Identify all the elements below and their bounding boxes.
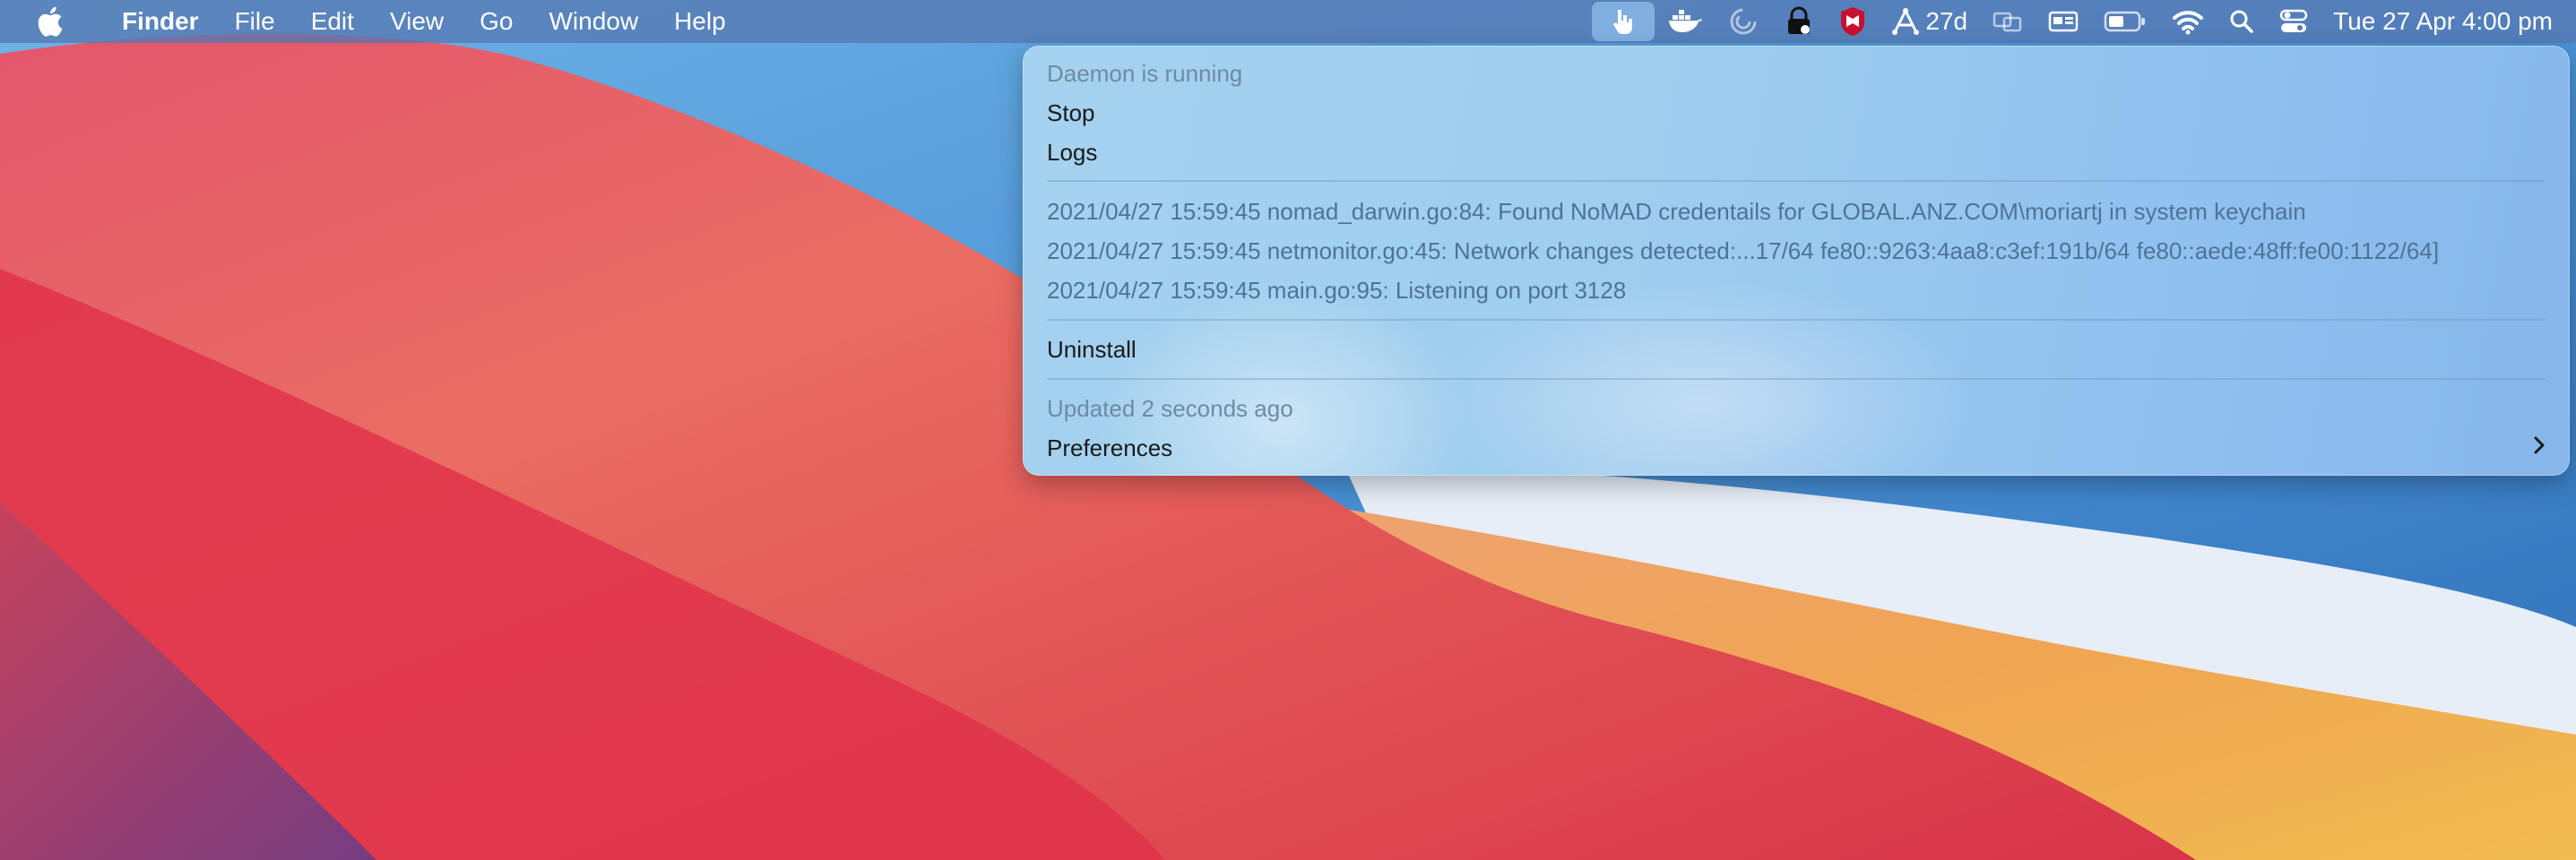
stop-menu-item[interactable]: Stop (1047, 93, 1095, 133)
menu-view[interactable]: View (372, 0, 462, 43)
updated-status: Updated 2 seconds ago (1047, 395, 1293, 422)
daemon-status: Daemon is running (1047, 60, 1243, 87)
menu-separator (1047, 319, 2546, 321)
menu-bar-clock[interactable]: Tue 27 Apr 4:00 pm (2321, 7, 2576, 36)
network-icon[interactable]: 27d (1879, 0, 1980, 43)
app-menu-finder[interactable]: Finder (104, 0, 217, 43)
hand-pointer-icon (1613, 10, 1633, 34)
menu-separator (1047, 378, 2546, 380)
wifi-icon[interactable] (2159, 0, 2217, 43)
log-line[interactable]: 2021/04/27 15:59:45 main.go:95: Listenin… (1047, 271, 1626, 310)
screen-mirror-icon[interactable] (1980, 0, 2036, 43)
menu-window[interactable]: Window (531, 0, 656, 43)
app-tray-icon[interactable] (1592, 2, 1655, 41)
control-center-icon[interactable] (2267, 0, 2321, 43)
search-icon[interactable] (2217, 0, 2267, 43)
menu-separator (1047, 180, 2546, 182)
menu-edit[interactable]: Edit (293, 0, 372, 43)
log-line[interactable]: 2021/04/27 15:59:45 nomad_darwin.go:84: … (1047, 192, 2306, 231)
apple-menu-icon[interactable] (36, 4, 68, 39)
vpn-lock-icon[interactable] (1771, 0, 1827, 43)
battery-icon[interactable] (2091, 0, 2159, 43)
uninstall-menu-item[interactable]: Uninstall (1047, 330, 1137, 369)
log-line[interactable]: 2021/04/27 15:59:45 netmonitor.go:45: Ne… (1047, 231, 2439, 271)
menu-help[interactable]: Help (656, 0, 744, 43)
tray-dropdown-menu: Daemon is running Stop Logs 2021/04/27 1… (1023, 46, 2570, 476)
preferences-menu-item[interactable]: Preferences (1047, 428, 1172, 468)
docker-icon[interactable] (1655, 0, 1716, 43)
desktop: Finder File Edit View Go Window Help 27d… (0, 0, 2576, 860)
menu-file[interactable]: File (217, 0, 293, 43)
sync-icon[interactable] (1716, 0, 1771, 43)
chevron-right-icon (2534, 436, 2545, 454)
mcafee-icon[interactable] (1827, 0, 1879, 43)
display-icon[interactable] (2036, 0, 2091, 43)
logs-menu-item[interactable]: Logs (1047, 133, 1097, 172)
menu-bar: Finder File Edit View Go Window Help 27d… (0, 0, 2576, 43)
menu-go[interactable]: Go (462, 0, 531, 43)
network-label: 27d (1925, 7, 1968, 35)
